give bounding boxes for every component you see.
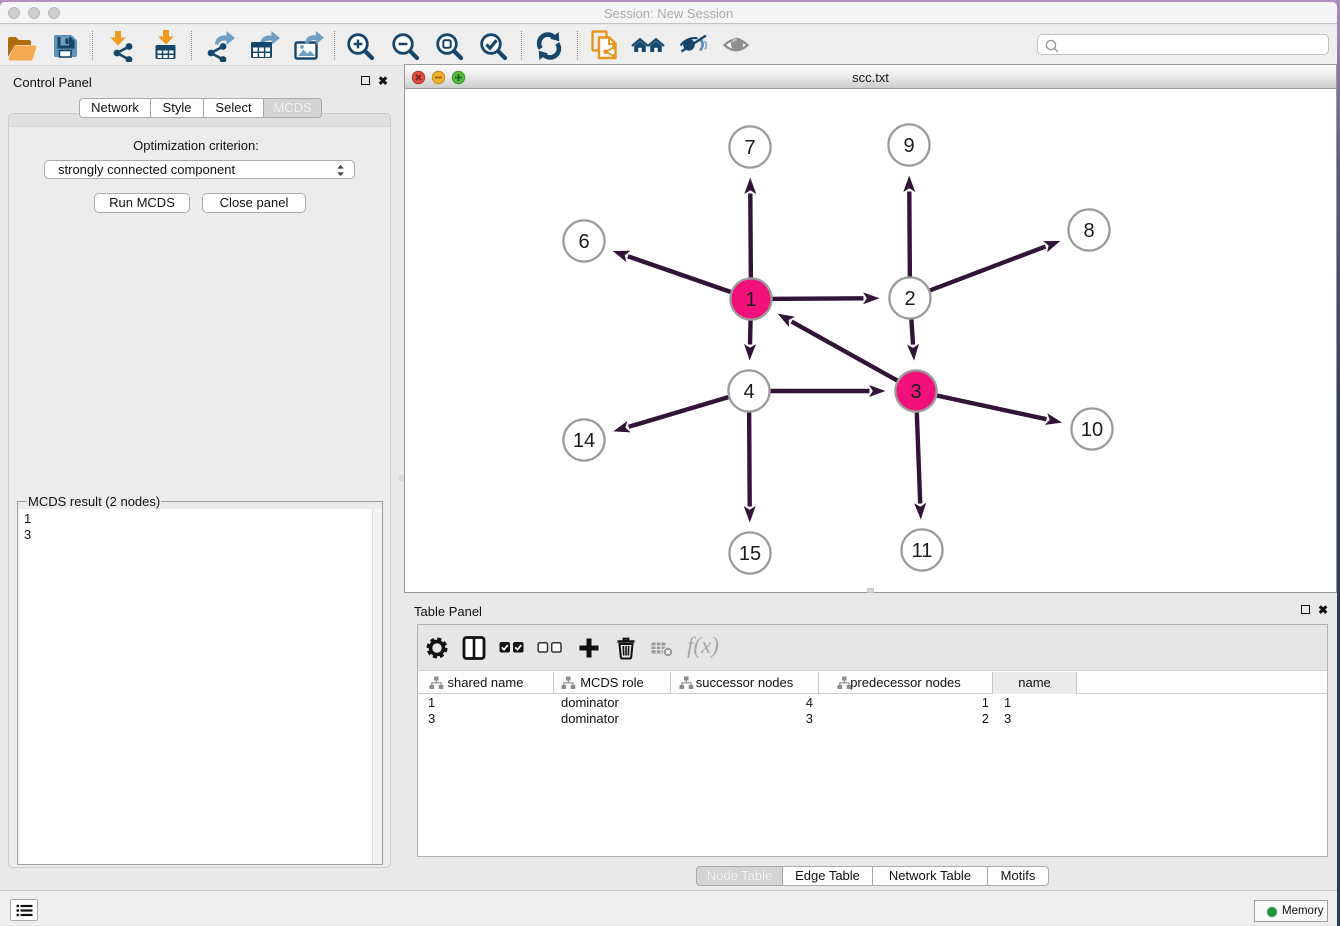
svg-text:15: 15 (739, 543, 761, 565)
svg-text:3: 3 (910, 381, 921, 403)
svg-text:8: 8 (1083, 220, 1094, 242)
svg-text:10: 10 (1081, 419, 1103, 441)
svg-text:2: 2 (904, 288, 915, 310)
svg-text:11: 11 (912, 540, 933, 562)
svg-text:4: 4 (743, 381, 754, 403)
svg-text:9: 9 (903, 135, 914, 157)
svg-text:7: 7 (744, 137, 755, 159)
svg-text:1: 1 (745, 289, 756, 311)
svg-text:6: 6 (578, 231, 589, 253)
svg-text:14: 14 (573, 430, 595, 452)
